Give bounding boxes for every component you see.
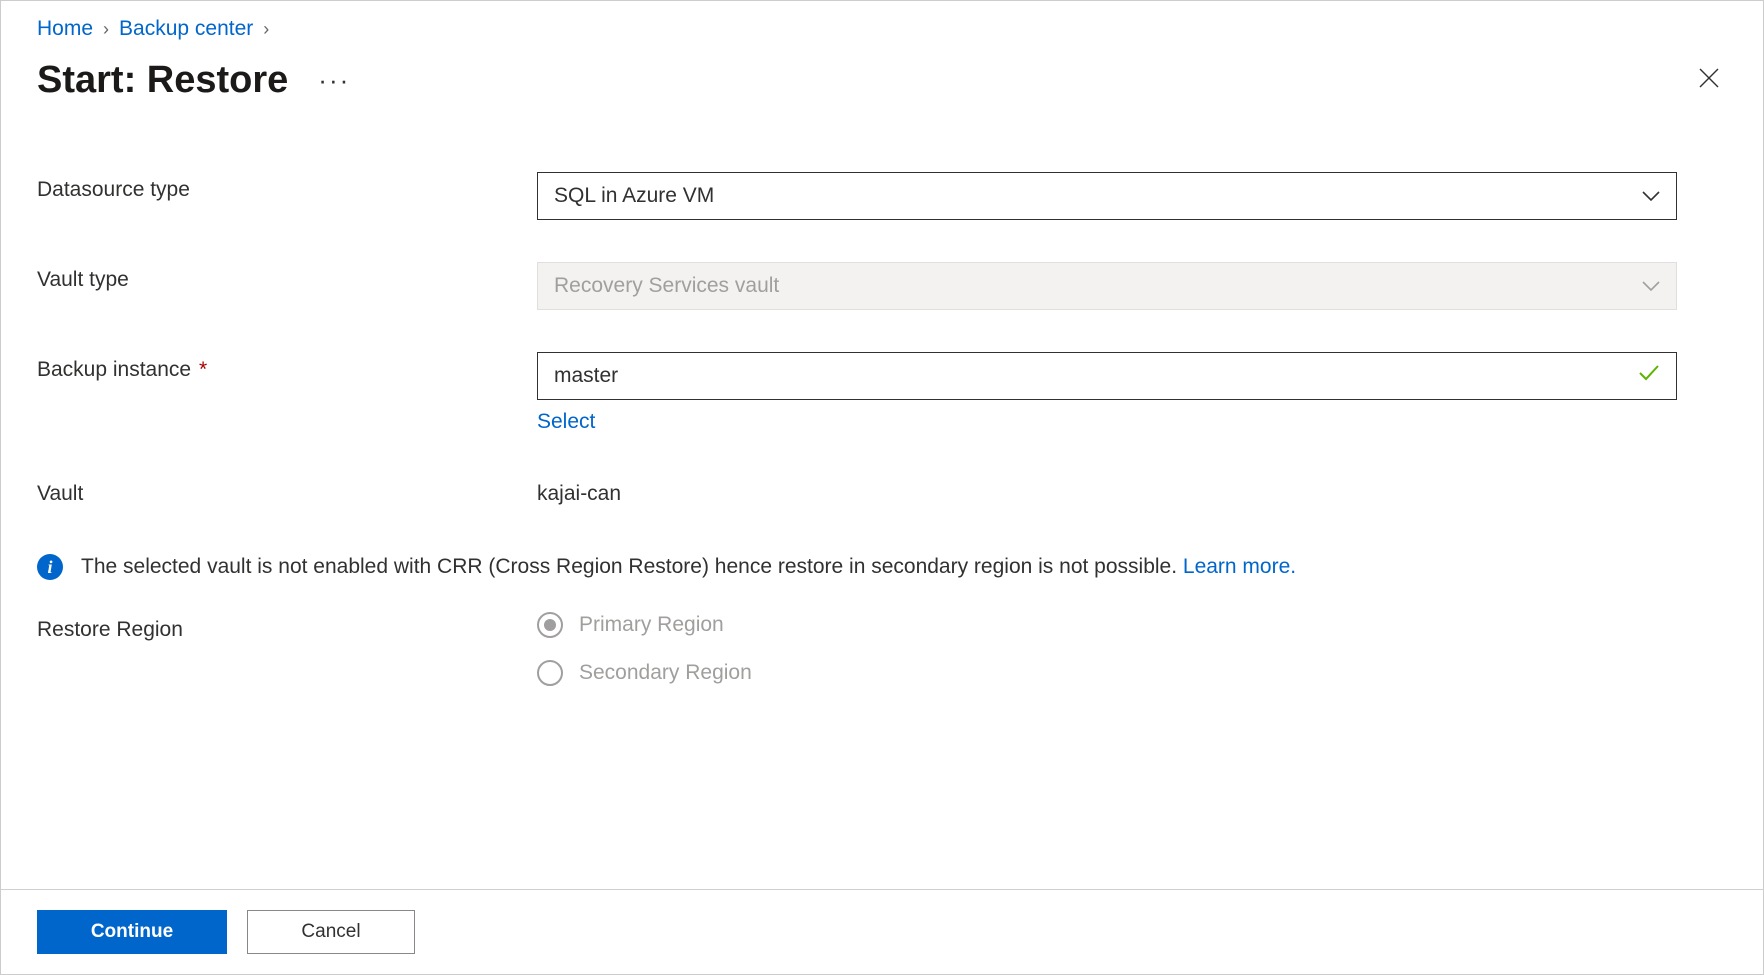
radio-icon (537, 660, 563, 686)
datasource-type-select[interactable]: SQL in Azure VM (537, 172, 1677, 220)
breadcrumb: Home › Backup center › (37, 17, 1727, 41)
info-banner: i The selected vault is not enabled with… (37, 554, 1727, 580)
radio-primary-label: Primary Region (579, 613, 724, 637)
cancel-button[interactable]: Cancel (247, 910, 415, 954)
label-vault: Vault (37, 476, 537, 506)
label-vault-type: Vault type (37, 262, 537, 292)
chevron-down-icon (1642, 184, 1660, 208)
radio-secondary-region: Secondary Region (537, 660, 1677, 686)
label-restore-region: Restore Region (37, 612, 537, 642)
select-backup-instance-link[interactable]: Select (537, 410, 595, 434)
datasource-type-value: SQL in Azure VM (554, 184, 714, 208)
chevron-down-icon (1642, 274, 1660, 298)
info-text: The selected vault is not enabled with C… (81, 555, 1183, 578)
learn-more-link[interactable]: Learn more. (1183, 555, 1296, 578)
chevron-right-icon: › (263, 19, 269, 40)
label-backup-instance: Backup instance * (37, 352, 537, 382)
breadcrumb-home[interactable]: Home (37, 17, 93, 41)
backup-instance-value: master (554, 364, 618, 388)
continue-button[interactable]: Continue (37, 910, 227, 954)
radio-icon (537, 612, 563, 638)
close-button[interactable] (1691, 60, 1727, 101)
vault-type-value: Recovery Services vault (554, 274, 779, 298)
label-datasource-type: Datasource type (37, 172, 537, 202)
backup-instance-input[interactable]: master (537, 352, 1677, 400)
required-asterisk: * (193, 358, 207, 381)
vault-value: kajai-can (537, 476, 1677, 506)
info-icon: i (37, 554, 63, 580)
radio-primary-region: Primary Region (537, 612, 1677, 638)
vault-type-select: Recovery Services vault (537, 262, 1677, 310)
footer: Continue Cancel (1, 889, 1763, 974)
breadcrumb-backup-center[interactable]: Backup center (119, 17, 253, 41)
page-title: Start: Restore (37, 59, 288, 102)
checkmark-icon (1638, 364, 1660, 388)
chevron-right-icon: › (103, 19, 109, 40)
more-actions-button[interactable]: ··· (318, 65, 350, 96)
radio-secondary-label: Secondary Region (579, 661, 752, 685)
